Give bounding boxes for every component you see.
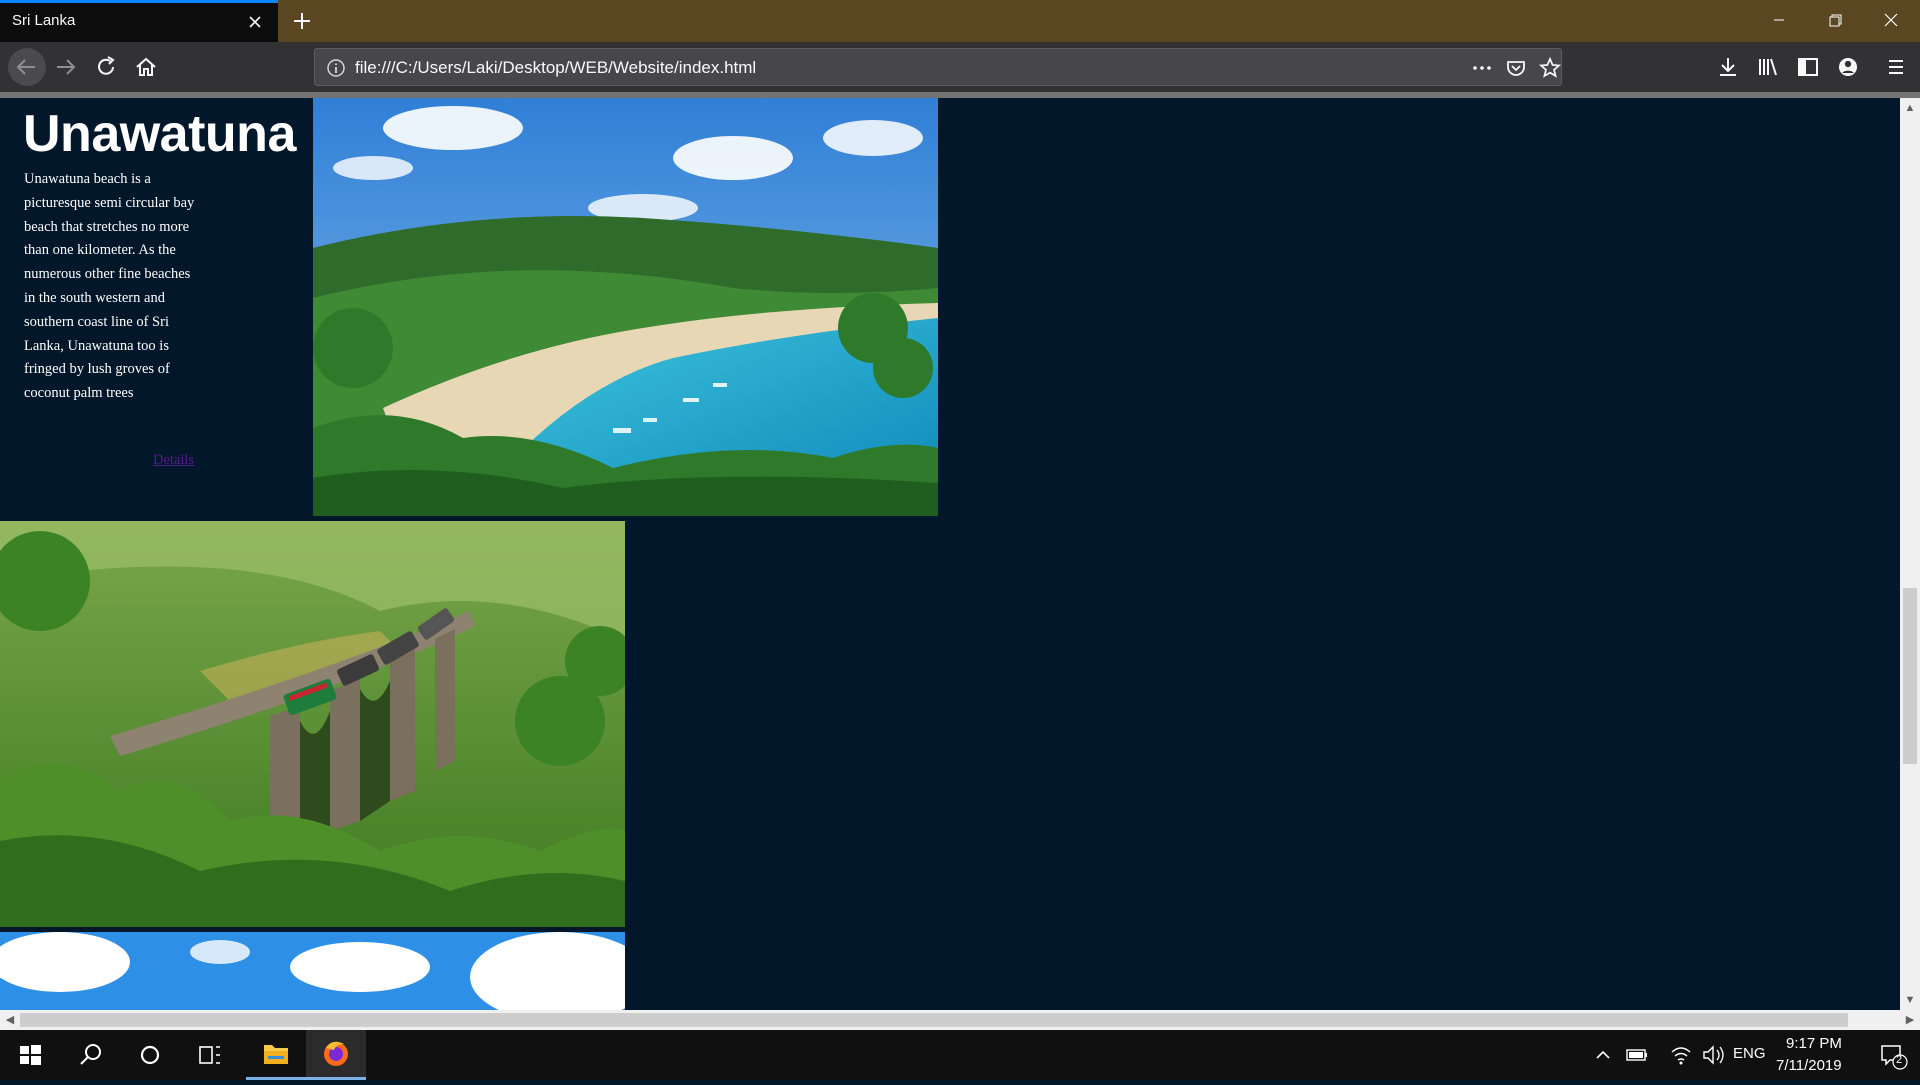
wifi-icon[interactable] <box>1664 1030 1698 1080</box>
search-icon[interactable] <box>60 1030 120 1080</box>
firefox-icon <box>324 1041 348 1066</box>
clock-date[interactable]: 7/11/2019 <box>1776 1057 1842 1074</box>
battery-icon[interactable] <box>1620 1030 1654 1080</box>
close-window-icon[interactable] <box>1864 4 1918 36</box>
pocket-icon[interactable] <box>1503 55 1529 81</box>
scroll-left-arrow-icon[interactable]: ◀ <box>0 1010 20 1030</box>
destination-info-panel: Unawatuna Unawatuna beach is a picturesq… <box>0 98 313 516</box>
scroll-up-arrow-icon[interactable]: ▲ <box>1900 98 1920 118</box>
menu-icon[interactable] <box>1880 51 1912 83</box>
downloads-icon[interactable] <box>1712 51 1744 83</box>
volume-icon[interactable] <box>1696 1030 1730 1080</box>
minimize-icon[interactable] <box>1752 4 1806 36</box>
page-title: Unawatuna <box>23 105 296 163</box>
page-info-icon[interactable] <box>323 55 349 81</box>
file-explorer-button[interactable] <box>246 1030 306 1080</box>
address-bar[interactable]: file:///C:/Users/Laki/Desktop/WEB/Websit… <box>314 48 1562 86</box>
restore-icon[interactable] <box>1808 4 1862 36</box>
notification-icon <box>1881 1045 1908 1070</box>
sky-photo <box>0 932 625 1010</box>
account-icon[interactable] <box>1832 51 1864 83</box>
tab-close-icon[interactable] <box>242 9 268 35</box>
title-bar: Sri Lanka <box>0 0 1920 42</box>
nine-arch-bridge-photo <box>0 521 625 927</box>
back-arrow-icon <box>16 59 35 75</box>
library-icon[interactable] <box>1752 51 1784 83</box>
bookmark-star-icon[interactable] <box>1537 55 1563 81</box>
reload-icon[interactable] <box>90 51 122 83</box>
cortana-icon[interactable] <box>120 1030 180 1080</box>
action-center-button[interactable]: 2 <box>1864 1030 1920 1080</box>
sidebar-icon[interactable] <box>1792 51 1824 83</box>
new-tab-plus-icon[interactable] <box>286 6 318 36</box>
notification-count: 2 <box>1896 1054 1903 1066</box>
windows-start-icon[interactable] <box>0 1030 60 1080</box>
scroll-right-arrow-icon[interactable]: ▶ <box>1900 1010 1920 1030</box>
task-view-icon[interactable] <box>180 1030 240 1080</box>
details-link[interactable]: Details <box>153 452 194 469</box>
page-viewport: Unawatuna Unawatuna beach is a picturesq… <box>0 98 1900 1010</box>
unawatuna-beach-photo <box>313 98 938 516</box>
home-icon[interactable] <box>130 51 162 83</box>
navigation-toolbar: file:///C:/Users/Laki/Desktop/WEB/Websit… <box>0 42 1920 92</box>
back-button[interactable] <box>8 48 46 86</box>
page-actions-icon[interactable] <box>1469 55 1495 81</box>
url-text[interactable]: file:///C:/Users/Laki/Desktop/WEB/Websit… <box>355 58 756 78</box>
forward-arrow-icon[interactable] <box>50 51 82 83</box>
vertical-scrollbar[interactable]: ▲ ▼ <box>1900 98 1920 1010</box>
folder-icon <box>264 1045 288 1064</box>
destination-description: Unawatuna beach is a picturesque semi ci… <box>24 171 195 402</box>
horizontal-scroll-thumb[interactable] <box>20 1013 1848 1027</box>
firefox-taskbar-button[interactable] <box>306 1030 366 1080</box>
language-indicator[interactable]: ENG <box>1733 1045 1766 1062</box>
windows-taskbar: ENG 9:17 PM 7/11/2019 2 <box>0 1030 1920 1080</box>
vertical-scroll-thumb[interactable] <box>1903 588 1917 764</box>
tab-title: Sri Lanka <box>12 12 76 29</box>
tab-sri-lanka[interactable]: Sri Lanka <box>0 0 278 42</box>
scroll-down-arrow-icon[interactable]: ▼ <box>1900 990 1920 1010</box>
tray-chevron-up-icon[interactable] <box>1588 1030 1618 1080</box>
horizontal-scrollbar[interactable]: ◀ ▶ <box>0 1010 1920 1030</box>
clock-time[interactable]: 9:17 PM <box>1786 1035 1842 1052</box>
